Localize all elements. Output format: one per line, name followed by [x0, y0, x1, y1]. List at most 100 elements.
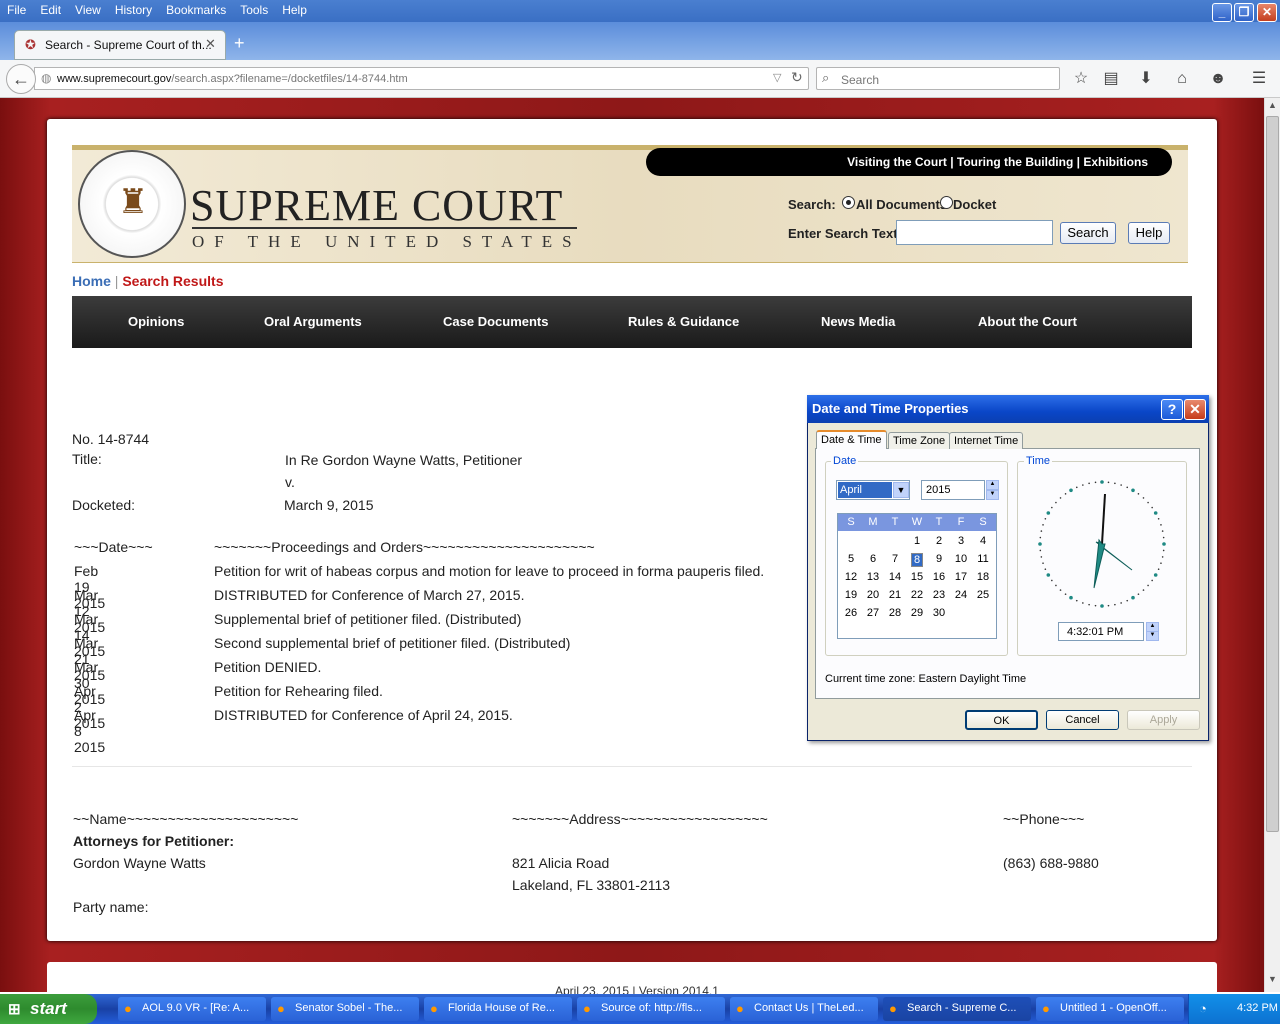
- bookmark-star-icon[interactable]: ☆: [1069, 68, 1093, 90]
- year-field[interactable]: 2015: [921, 480, 985, 500]
- weekday-label: M: [868, 516, 878, 528]
- hamburger-menu-icon[interactable]: ☰: [1247, 68, 1271, 90]
- new-tab-icon[interactable]: +: [234, 33, 245, 54]
- radio-all-documents[interactable]: [842, 196, 855, 209]
- calendar-day[interactable]: 28: [884, 607, 906, 619]
- calendar-day[interactable]: 20: [862, 589, 884, 601]
- time-down-icon[interactable]: ▼: [1146, 631, 1159, 641]
- close-window-icon[interactable]: ✕: [1257, 3, 1277, 22]
- menu-file[interactable]: File: [0, 0, 33, 17]
- menu-bookmarks[interactable]: Bookmarks: [159, 0, 233, 17]
- taskbar-item[interactable]: ● Search - Supreme C...: [883, 997, 1031, 1021]
- calendar-day[interactable]: 5: [840, 553, 862, 565]
- calendar-day[interactable]: 10: [950, 553, 972, 565]
- calendar-day[interactable]: 12: [840, 571, 862, 583]
- reading-list-icon[interactable]: ▤: [1099, 68, 1123, 90]
- download-icon[interactable]: ⬇: [1134, 68, 1158, 90]
- calendar-day[interactable]: 3: [950, 535, 972, 547]
- back-button[interactable]: ←: [6, 64, 36, 94]
- tab-time-zone[interactable]: Time Zone: [888, 432, 951, 449]
- tab-internet-time[interactable]: Internet Time: [949, 432, 1024, 449]
- url-bar[interactable]: ◍ www.supremecourt.gov/search.aspx?filen…: [34, 67, 809, 90]
- calendar-day[interactable]: 7: [884, 553, 906, 565]
- taskbar-item[interactable]: ● Florida House of Re...: [424, 997, 572, 1021]
- scroll-thumb[interactable]: [1266, 116, 1279, 832]
- dropdown-arrow-icon[interactable]: ▽: [773, 71, 781, 84]
- browser-tab[interactable]: ✪ Search - Supreme Court of th... ✕: [14, 30, 226, 60]
- nav-news-media[interactable]: News Media: [821, 314, 895, 329]
- calendar-day[interactable]: 27: [862, 607, 884, 619]
- menu-history[interactable]: History: [108, 0, 159, 17]
- calendar-day[interactable]: 23: [928, 589, 950, 601]
- calendar-day[interactable]: 19: [840, 589, 862, 601]
- calendar-day[interactable]: 25: [972, 589, 994, 601]
- calendar-day[interactable]: 8: [911, 553, 923, 567]
- site-search-input[interactable]: [896, 220, 1053, 245]
- tab-close-icon[interactable]: ✕: [205, 36, 216, 52]
- calendar-day[interactable]: 16: [928, 571, 950, 583]
- menu-view[interactable]: View: [68, 0, 108, 17]
- calendar-day[interactable]: 1: [906, 535, 928, 547]
- year-down-icon[interactable]: ▼: [986, 490, 999, 500]
- menu-edit[interactable]: Edit: [33, 0, 68, 17]
- tray-volume-icon[interactable]: ◔: [1199, 1001, 1207, 1016]
- menu-help[interactable]: Help: [275, 0, 314, 17]
- taskbar-item[interactable]: ● AOL 9.0 VR - [Re: A...: [118, 997, 266, 1021]
- taskbar-item[interactable]: ● Contact Us | TheLed...: [730, 997, 878, 1021]
- calendar-day[interactable]: 22: [906, 589, 928, 601]
- date-group-label: Date: [831, 455, 859, 467]
- radio-docket[interactable]: [940, 196, 953, 209]
- month-select[interactable]: April ▼: [836, 480, 910, 500]
- taskbar-item[interactable]: ● Untitled 1 - OpenOff...: [1036, 997, 1184, 1021]
- help-button[interactable]: Help: [1128, 222, 1170, 244]
- ok-button[interactable]: OK: [965, 710, 1038, 730]
- calendar-day[interactable]: 9: [928, 553, 950, 565]
- breadcrumb-home[interactable]: Home: [72, 273, 111, 289]
- home-icon[interactable]: ⌂: [1170, 68, 1194, 90]
- calendar-day[interactable]: 14: [884, 571, 906, 583]
- calendar-day[interactable]: 21: [884, 589, 906, 601]
- apply-button[interactable]: Apply: [1127, 710, 1200, 730]
- calendar-day[interactable]: 15: [906, 571, 928, 583]
- chat-icon[interactable]: ☻: [1206, 68, 1230, 90]
- nav-rules-guidance[interactable]: Rules & Guidance: [628, 314, 739, 329]
- calendar-day[interactable]: 29: [906, 607, 928, 619]
- nav-opinions[interactable]: Opinions: [128, 314, 184, 329]
- calendar-day[interactable]: 17: [950, 571, 972, 583]
- calendar-day[interactable]: 13: [862, 571, 884, 583]
- browser-search-input[interactable]: ⌕ Search: [816, 67, 1060, 90]
- calendar-day[interactable]: 11: [972, 553, 994, 565]
- calendar-day[interactable]: 30: [928, 607, 950, 619]
- taskbar-item-label: Untitled 1 - OpenOff...: [1060, 1002, 1167, 1014]
- nav-oral-arguments[interactable]: Oral Arguments: [264, 314, 362, 329]
- start-button[interactable]: ⊞ start: [0, 994, 97, 1024]
- chevron-down-icon[interactable]: ▼: [893, 482, 909, 498]
- nav-about-court[interactable]: About the Court: [978, 314, 1077, 329]
- calendar-day[interactable]: 18: [972, 571, 994, 583]
- calendar-day[interactable]: 2: [928, 535, 950, 547]
- reload-icon[interactable]: ↻: [791, 69, 803, 86]
- calendar-day[interactable]: 26: [840, 607, 862, 619]
- dialog-close-icon[interactable]: ✕: [1184, 399, 1206, 420]
- nav-case-documents[interactable]: Case Documents: [443, 314, 548, 329]
- calendar-day[interactable]: 6: [862, 553, 884, 565]
- taskbar-item[interactable]: ● Senator Sobel - The...: [271, 997, 419, 1021]
- restore-icon[interactable]: ❐: [1234, 3, 1254, 22]
- site-search-button[interactable]: Search: [1060, 222, 1116, 244]
- page-scrollbar[interactable]: ▲ ▼: [1264, 98, 1280, 992]
- calendar[interactable]: S M T W T F S 1 2 3 4 5 6 7 8 9 10 11 12 13 14 15 16 17 18 19 20 21…: [837, 513, 997, 639]
- tab-date-time[interactable]: Date & Time: [816, 430, 887, 449]
- calendar-day[interactable]: 24: [950, 589, 972, 601]
- scroll-down-icon[interactable]: ▼: [1266, 974, 1279, 988]
- calendar-day[interactable]: 4: [972, 535, 994, 547]
- year-up-icon[interactable]: ▲: [986, 480, 999, 490]
- cancel-button[interactable]: Cancel: [1046, 710, 1119, 730]
- taskbar-item[interactable]: ● Source of: http://fls...: [577, 997, 725, 1021]
- scroll-up-icon[interactable]: ▲: [1266, 100, 1279, 114]
- minimize-icon[interactable]: _: [1212, 3, 1232, 22]
- time-field[interactable]: 4:32:01 PM: [1058, 622, 1144, 641]
- menu-tools[interactable]: Tools: [233, 0, 275, 17]
- help-question-icon[interactable]: ?: [1161, 399, 1183, 420]
- top-links[interactable]: Visiting the Court | Touring the Buildin…: [646, 148, 1172, 176]
- breadcrumb-search-results[interactable]: Search Results: [122, 273, 223, 289]
